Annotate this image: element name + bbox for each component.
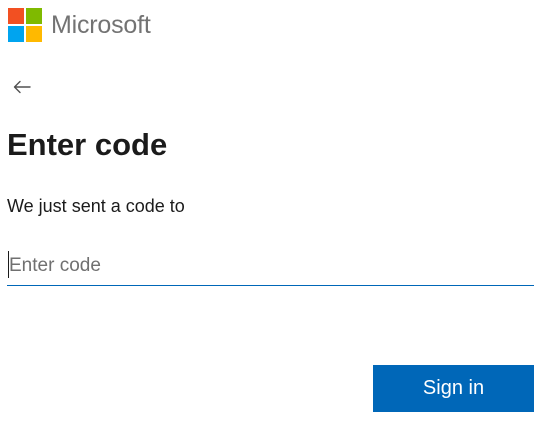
microsoft-brand: Microsoft — [8, 8, 151, 42]
code-input[interactable] — [7, 246, 534, 286]
logo-blue-square — [8, 26, 24, 42]
back-button[interactable] — [10, 75, 34, 99]
microsoft-sign-in-page: Microsoft Enter code We just sent a code… — [0, 0, 546, 429]
text-cursor — [8, 251, 9, 278]
brand-name: Microsoft — [51, 11, 151, 39]
logo-yellow-square — [26, 26, 42, 42]
sign-in-button[interactable]: Sign in — [373, 365, 534, 412]
logo-red-square — [8, 8, 24, 24]
logo-green-square — [26, 8, 42, 24]
microsoft-logo-icon — [8, 8, 42, 42]
arrow-left-icon — [13, 80, 31, 94]
page-title: Enter code — [7, 127, 168, 162]
code-sent-message: We just sent a code to — [7, 196, 185, 216]
